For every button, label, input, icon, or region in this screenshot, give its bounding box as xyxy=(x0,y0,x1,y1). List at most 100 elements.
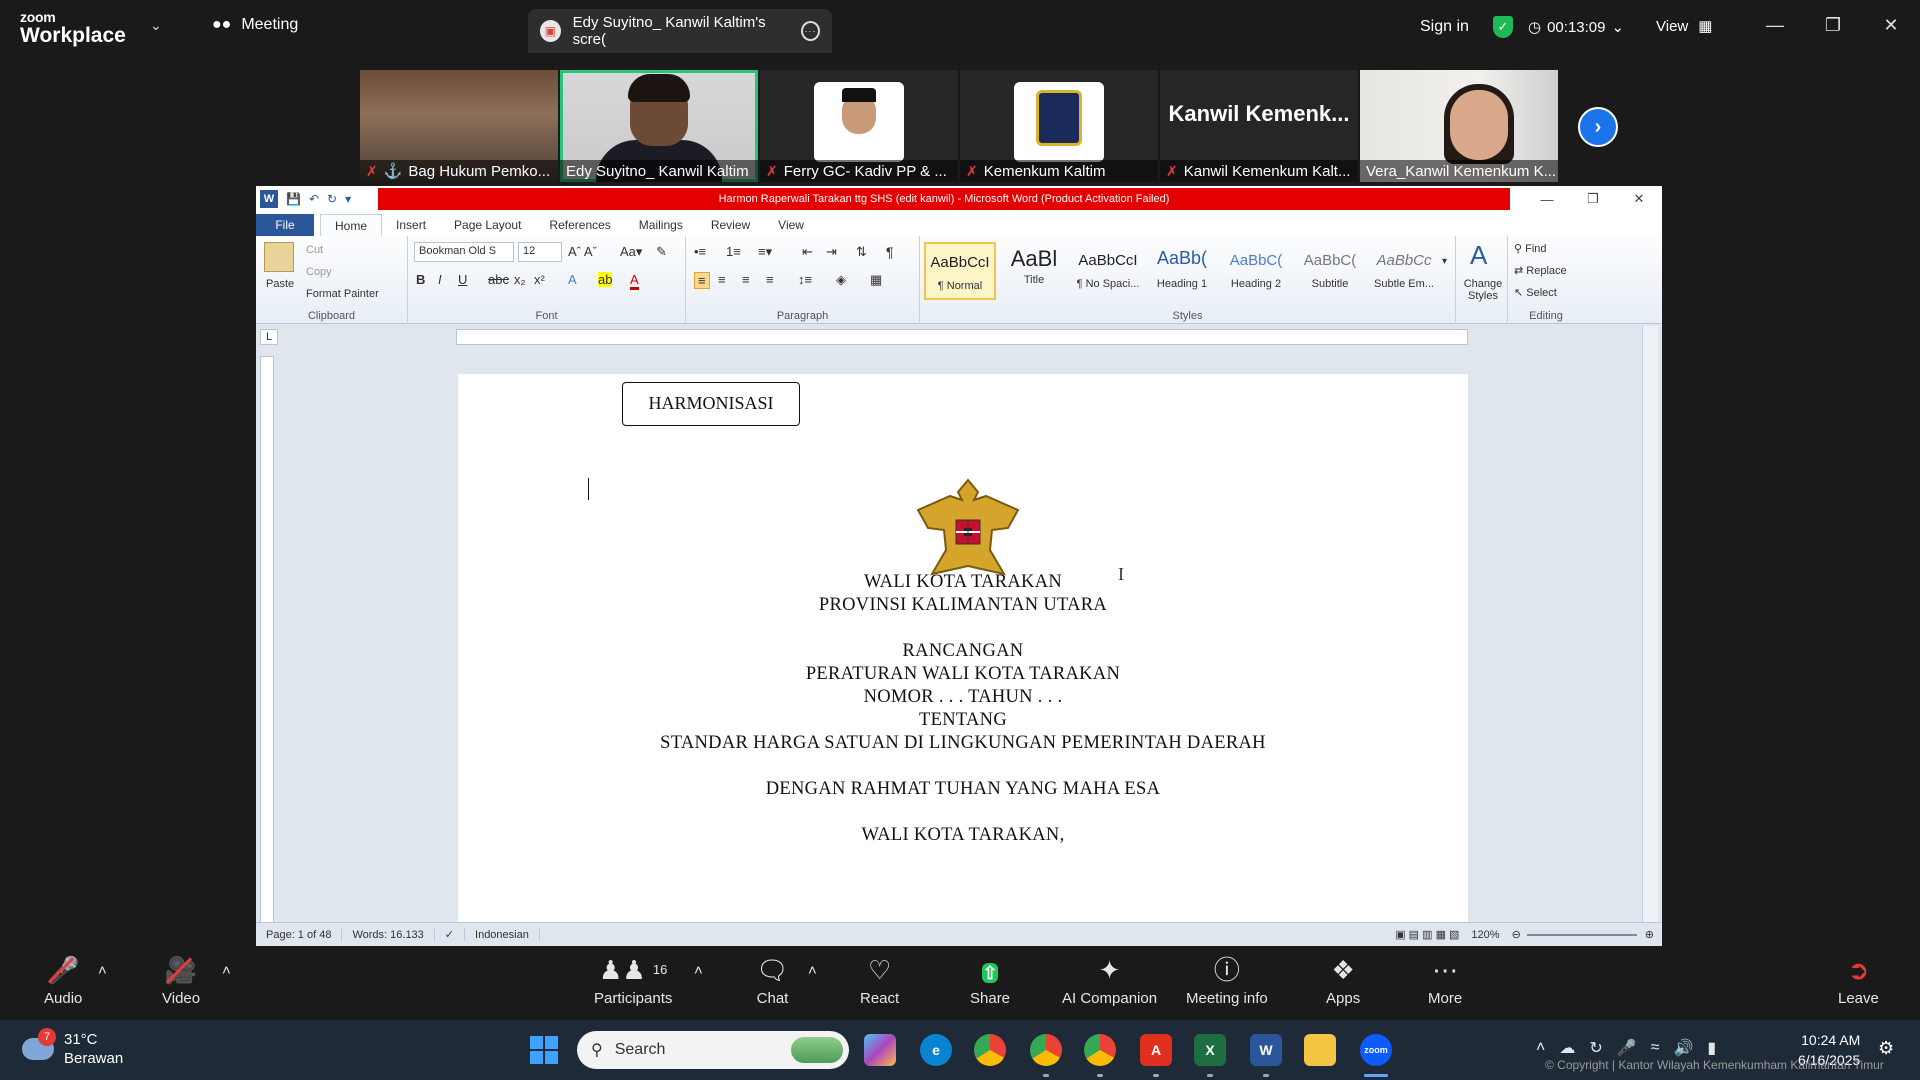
redo-icon[interactable]: ↻ xyxy=(327,192,337,206)
grow-font-icon[interactable]: Aˆ Aˇ xyxy=(568,244,597,259)
encryption-shield-icon[interactable]: ✓ xyxy=(1493,16,1513,38)
subscript-icon[interactable]: x₂ xyxy=(514,272,526,287)
style-subtle-emphasis[interactable]: AaBbCc Subtle Em... xyxy=(1368,242,1440,300)
chevron-up-icon[interactable]: ˄ xyxy=(1536,1039,1545,1057)
align-left-icon[interactable]: ≡ xyxy=(694,272,710,289)
taskbar-search[interactable]: ⚲ Search xyxy=(577,1031,849,1069)
more-options-icon[interactable]: ··· xyxy=(800,21,820,41)
change-case-icon[interactable]: Aa▾ xyxy=(620,244,642,260)
meeting-info-button[interactable]: ⓘ Meeting info xyxy=(1186,956,1268,1007)
sign-in-button[interactable]: Sign in xyxy=(1420,18,1469,36)
superscript-icon[interactable]: x² xyxy=(534,272,545,287)
bullets-icon[interactable]: •≡ xyxy=(694,244,706,259)
sort-icon[interactable]: ⇅ xyxy=(856,244,867,260)
copilot-icon[interactable] xyxy=(864,1034,896,1066)
microphone-icon[interactable]: 🎤 xyxy=(1617,1038,1637,1058)
excel-icon[interactable]: X xyxy=(1194,1034,1226,1066)
audio-options-icon[interactable]: ˄ xyxy=(98,962,107,979)
close-icon[interactable]: ✕ xyxy=(1862,0,1920,50)
video-button[interactable]: 🎥 Video xyxy=(162,956,200,1007)
paste-icon[interactable] xyxy=(264,242,294,272)
video-options-icon[interactable]: ˄ xyxy=(222,962,231,979)
notifications-icon[interactable]: ⚙ xyxy=(1878,1038,1894,1059)
style-heading-1[interactable]: AaBb(Heading 1 xyxy=(1146,242,1218,300)
apps-button[interactable]: ❖ Apps xyxy=(1326,956,1360,1007)
document-page[interactable]: HARMONISASI I WALI KOTA TARAKAN PROVINSI… xyxy=(458,374,1468,934)
leave-button[interactable]: ➲ Leave xyxy=(1838,956,1879,1007)
view-button[interactable]: View ▦ xyxy=(1656,17,1712,36)
zoom-app-icon[interactable]: zoom xyxy=(1360,1034,1392,1066)
tab-insert[interactable]: Insert xyxy=(382,214,440,236)
highlight-icon[interactable]: ab xyxy=(598,272,613,287)
change-styles-icon[interactable]: A xyxy=(1470,240,1487,271)
react-button[interactable]: ♡ React xyxy=(860,956,899,1007)
zoom-level[interactable]: 120% xyxy=(1465,929,1505,941)
meeting-timer[interactable]: ◷ 00:13:09 ⌄ xyxy=(1528,18,1624,37)
participant-tile[interactable]: ✗ Ferry GC- Kadiv PP & ... xyxy=(760,70,958,182)
screen-share-tab[interactable]: ▣ Edy Suyitno_ Kanwil Kaltim's scre( ··· xyxy=(528,9,832,53)
styles-scroll-icon[interactable]: ▾ xyxy=(1442,256,1447,267)
language-indicator[interactable]: Indonesian xyxy=(465,928,540,941)
font-size-dropdown[interactable]: 12 xyxy=(518,242,562,262)
audio-button[interactable]: 🎤 Audio xyxy=(44,956,82,1007)
chrome-profile-icon[interactable] xyxy=(1030,1034,1062,1066)
tab-view[interactable]: View xyxy=(764,214,818,236)
tab-home[interactable]: Home xyxy=(320,214,383,236)
edge-icon[interactable]: e xyxy=(920,1034,952,1066)
tab-mailings[interactable]: Mailings xyxy=(625,214,697,236)
share-button[interactable]: ⇧ Share xyxy=(970,956,1010,1007)
cut-button[interactable]: Cut xyxy=(306,244,323,256)
shading-icon[interactable]: ◈ xyxy=(836,272,846,288)
chat-options-icon[interactable]: ˄ xyxy=(808,962,817,979)
text-effects-icon[interactable]: A xyxy=(568,272,577,287)
italic-icon[interactable]: I xyxy=(438,272,442,287)
bold-icon[interactable]: B xyxy=(416,272,425,287)
chrome-icon[interactable] xyxy=(974,1034,1006,1066)
participant-tile[interactable]: ✗ Kemenkum Kaltim xyxy=(960,70,1158,182)
style-title[interactable]: AaBl Title xyxy=(998,242,1070,300)
participant-tile[interactable]: Vera_Kanwil Kemenkum K... xyxy=(1360,70,1558,182)
tab-review[interactable]: Review xyxy=(697,214,764,236)
customize-toolbar-icon[interactable]: ▾ xyxy=(345,192,351,206)
style-no-spacing[interactable]: AaBbCcI ¶ No Spaci... xyxy=(1072,242,1144,300)
participant-tile-active-speaker[interactable]: Edy Suyitno_ Kanwil Kaltim xyxy=(560,70,758,182)
borders-icon[interactable]: ▦ xyxy=(870,272,882,288)
show-formatting-icon[interactable]: ¶ xyxy=(886,244,894,260)
chevron-down-icon[interactable]: ⌄ xyxy=(150,17,162,34)
font-color-icon[interactable]: A xyxy=(630,272,639,290)
undo-icon[interactable]: ↶ xyxy=(309,192,319,206)
ai-companion-button[interactable]: ✦ AI Companion xyxy=(1062,956,1157,1007)
tab-file[interactable]: File xyxy=(256,214,314,236)
view-modes-icon[interactable]: ▣ ▤ ▥ ▦ ▧ xyxy=(1389,928,1465,941)
close-icon[interactable]: ✕ xyxy=(1616,186,1662,212)
onedrive-icon[interactable]: ☁ xyxy=(1559,1038,1575,1058)
minimize-icon[interactable]: — xyxy=(1746,0,1804,50)
participants-button[interactable]: ♟♟ 16 Participants xyxy=(594,956,672,1007)
multilevel-list-icon[interactable]: ≡▾ xyxy=(758,244,772,260)
align-center-icon[interactable]: ≡ xyxy=(718,272,726,287)
zoom-slider[interactable] xyxy=(1526,933,1637,936)
copy-button[interactable]: Copy xyxy=(306,266,332,278)
participant-tile[interactable]: Kanwil Kemenk... ✗ Kanwil Kemenkum Kalt..… xyxy=(1160,70,1358,182)
sync-icon[interactable]: ↻ xyxy=(1589,1038,1602,1058)
word-count[interactable]: Words: 16.133 xyxy=(342,928,435,941)
file-explorer-icon[interactable] xyxy=(1304,1034,1336,1066)
line-spacing-icon[interactable]: ↕≡ xyxy=(798,272,812,287)
next-participants-button[interactable]: › xyxy=(1578,107,1618,147)
word-icon[interactable]: W xyxy=(260,190,278,208)
participant-tile[interactable]: ✗ ⚓ Bag Hukum Pemko... xyxy=(360,70,558,182)
style-subtitle[interactable]: AaBbC(Subtitle xyxy=(1294,242,1366,300)
select-button[interactable]: ↖ Select xyxy=(1514,286,1557,299)
increase-indent-icon[interactable]: ⇥ xyxy=(826,244,837,260)
style-normal[interactable]: AaBbCcI ¶ Normal xyxy=(924,242,996,300)
strikethrough-icon[interactable]: abc xyxy=(488,272,509,287)
volume-icon[interactable]: 🔊 xyxy=(1673,1038,1693,1058)
wifi-icon[interactable]: ≈ xyxy=(1651,1039,1660,1057)
zoom-out-icon[interactable]: ⊖ xyxy=(1506,928,1527,941)
format-painter-button[interactable]: Format Painter xyxy=(306,288,379,300)
ruler-bar[interactable] xyxy=(456,329,1468,345)
tab-references[interactable]: References xyxy=(535,214,624,236)
style-heading-2[interactable]: AaBbC(Heading 2 xyxy=(1220,242,1292,300)
minimize-icon[interactable]: — xyxy=(1524,186,1570,212)
weather-widget[interactable]: 7 31°C Berawan xyxy=(22,1028,123,1068)
